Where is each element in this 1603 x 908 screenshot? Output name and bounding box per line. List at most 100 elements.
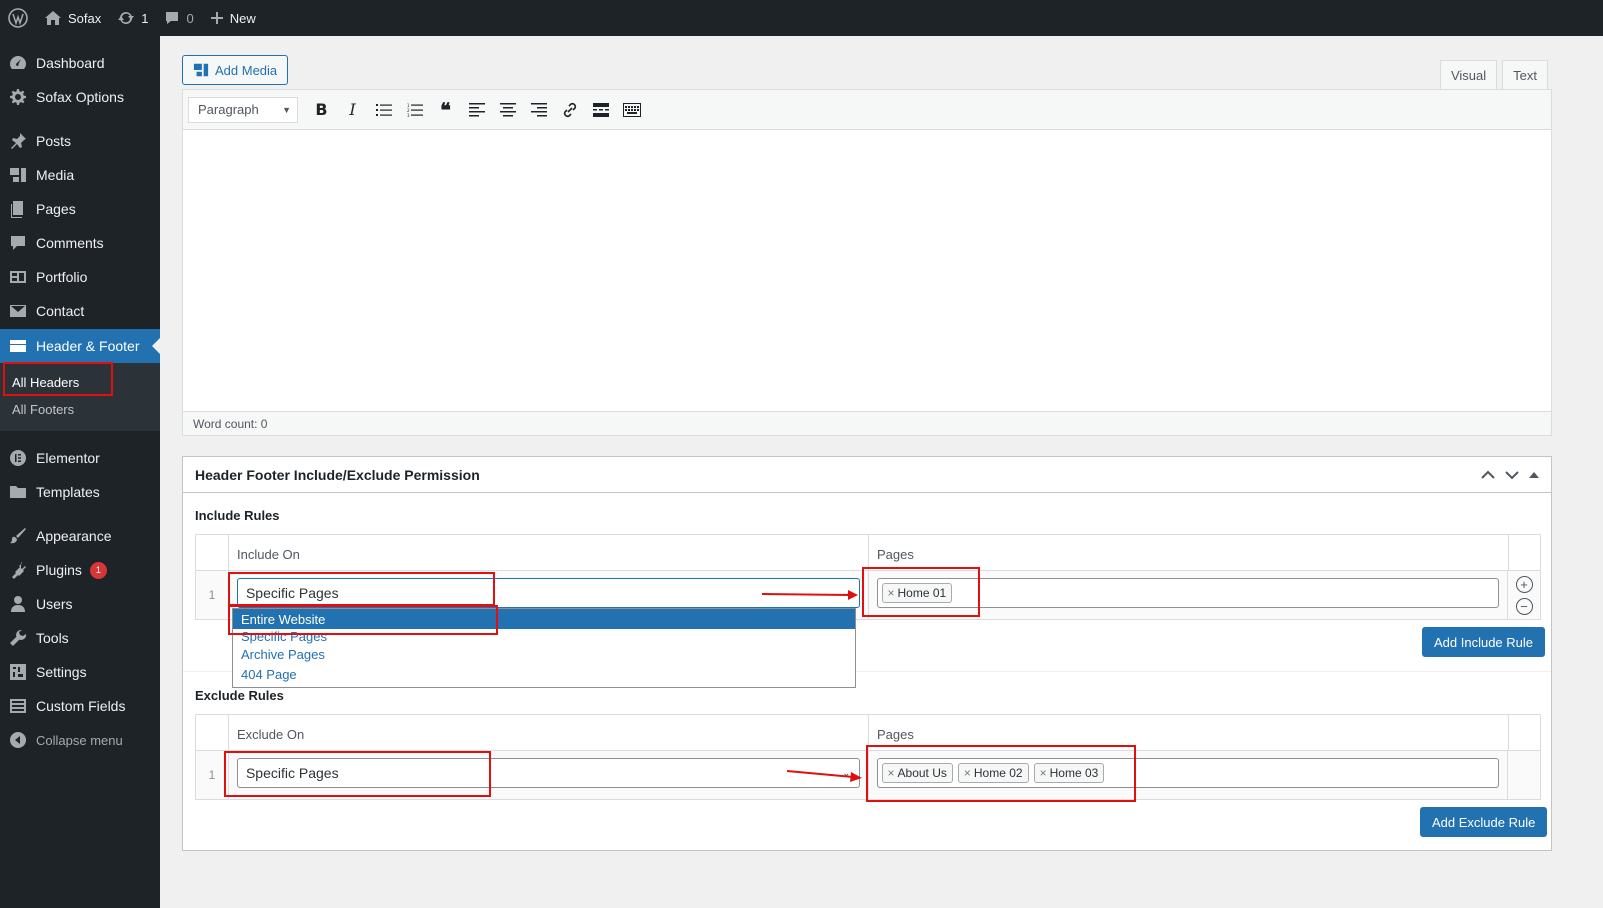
sidebar-item-label: Contact bbox=[36, 303, 85, 319]
sidebar-item-label: Settings bbox=[36, 664, 87, 680]
collapse-label: Collapse menu bbox=[36, 732, 123, 748]
sidebar-item-portfolio[interactable]: Portfolio bbox=[0, 260, 160, 294]
bullet-list-button[interactable] bbox=[368, 96, 399, 124]
sidebar-item-settings[interactable]: Settings bbox=[0, 655, 160, 689]
sidebar-item-users[interactable]: Users bbox=[0, 587, 160, 621]
sidebar-item-plugins[interactable]: Plugins 1 bbox=[0, 553, 160, 587]
sidebar-item-header-footer[interactable]: Header & Footer bbox=[0, 329, 160, 363]
dropdown-option-404-page[interactable]: 404 Page bbox=[233, 664, 855, 684]
include-on-header: Include On bbox=[229, 535, 869, 570]
new-content-link[interactable]: New bbox=[202, 0, 264, 36]
plugins-update-badge: 1 bbox=[89, 561, 107, 579]
site-name: Sofax bbox=[68, 10, 102, 26]
sidebar-item-dashboard[interactable]: Dashboard bbox=[0, 46, 160, 80]
metabox-header: Header Footer Include/Exclude Permission bbox=[183, 457, 1551, 493]
sidebar-item-elementor[interactable]: Elementor bbox=[0, 441, 160, 475]
admin-bar: Sofax 1 0 New bbox=[0, 0, 1603, 36]
move-up-icon[interactable] bbox=[1481, 470, 1495, 480]
numbered-list-icon: 123 bbox=[407, 103, 423, 117]
collapse-menu-button[interactable]: Collapse menu bbox=[0, 723, 160, 757]
annotation-arrow-exclude bbox=[786, 770, 862, 782]
numbered-list-button[interactable]: 123 bbox=[399, 96, 430, 124]
align-right-button[interactable] bbox=[523, 96, 554, 124]
portfolio-icon bbox=[9, 268, 27, 286]
italic-button[interactable]: I bbox=[337, 96, 368, 124]
content-editor[interactable]: Paragraph ▼ B I 123 ❝ Word count: 0 bbox=[182, 89, 1552, 436]
bold-button[interactable]: B bbox=[306, 96, 337, 124]
word-count: Word count: 0 bbox=[183, 411, 1551, 435]
toggle-panel-icon[interactable] bbox=[1529, 471, 1539, 479]
link-icon bbox=[563, 102, 576, 117]
new-label: New bbox=[229, 10, 256, 26]
sidebar-item-tools[interactable]: Tools bbox=[0, 621, 160, 655]
site-name-link[interactable]: Sofax bbox=[36, 0, 109, 36]
refresh-icon bbox=[118, 11, 135, 25]
exclude-rules-title: Exclude Rules bbox=[195, 688, 284, 703]
sidebar-item-comments[interactable]: Comments bbox=[0, 226, 160, 260]
sidebar-item-pages[interactable]: Pages bbox=[0, 192, 160, 226]
include-pages-header: Pages bbox=[869, 535, 1509, 570]
sidebar-item-label: Users bbox=[36, 596, 73, 612]
move-down-icon[interactable] bbox=[1505, 470, 1519, 480]
sidebar-item-label: Media bbox=[36, 167, 75, 183]
submenu-all-footers[interactable]: All Footers bbox=[0, 396, 160, 423]
sidebar-item-label: Tools bbox=[36, 630, 69, 646]
tab-text[interactable]: Text bbox=[1502, 60, 1548, 90]
svg-text:3: 3 bbox=[407, 113, 410, 117]
annotation-box-entire-website bbox=[228, 605, 498, 635]
tab-visual[interactable]: Visual bbox=[1439, 60, 1498, 90]
media-icon bbox=[193, 63, 209, 77]
bold-icon: B bbox=[315, 100, 328, 119]
blockquote-button[interactable]: ❝ bbox=[430, 96, 461, 124]
toolbar-toggle-button[interactable] bbox=[616, 96, 647, 124]
annotation-box-all-headers bbox=[3, 362, 113, 396]
wrench-icon bbox=[9, 629, 27, 647]
read-more-icon bbox=[592, 102, 609, 117]
sidebar-item-sofax-options[interactable]: Sofax Options bbox=[0, 80, 160, 114]
add-media-button[interactable]: Add Media bbox=[182, 55, 289, 85]
sidebar-item-custom-fields[interactable]: Custom Fields bbox=[0, 689, 160, 723]
admin-sidebar: Dashboard Sofax Options Posts Media Page… bbox=[0, 36, 160, 908]
sidebar-item-label: Custom Fields bbox=[36, 698, 126, 714]
media-icon bbox=[9, 166, 27, 184]
metabox-title: Header Footer Include/Exclude Permission bbox=[195, 466, 480, 483]
updates-count: 1 bbox=[141, 10, 149, 26]
link-button[interactable] bbox=[554, 96, 585, 124]
sidebar-item-media[interactable]: Media bbox=[0, 158, 160, 192]
add-exclude-rule-button[interactable]: Add Exclude Rule bbox=[1420, 807, 1548, 837]
sidebar-item-label: Posts bbox=[36, 133, 72, 149]
keyboard-icon bbox=[622, 102, 641, 117]
dashboard-icon bbox=[9, 54, 27, 72]
dropdown-option-archive-pages[interactable]: Archive Pages bbox=[233, 644, 855, 664]
gear-icon bbox=[9, 88, 27, 106]
sidebar-item-templates[interactable]: Templates bbox=[0, 475, 160, 509]
sidebar-item-contact[interactable]: Contact bbox=[0, 294, 160, 328]
italic-icon: I bbox=[349, 100, 356, 119]
align-center-button[interactable] bbox=[492, 96, 523, 124]
remove-row-button[interactable]: − bbox=[1515, 597, 1533, 615]
row-num-header bbox=[196, 535, 229, 570]
home-icon bbox=[45, 11, 61, 25]
row-num-header bbox=[196, 715, 229, 750]
read-more-button[interactable] bbox=[585, 96, 616, 124]
sidebar-item-appearance[interactable]: Appearance bbox=[0, 519, 160, 553]
mail-icon bbox=[9, 302, 27, 320]
row-actions bbox=[1508, 751, 1540, 799]
updates-link[interactable]: 1 bbox=[109, 0, 156, 36]
plus-icon bbox=[210, 12, 223, 24]
sidebar-item-label: Pages bbox=[36, 201, 76, 217]
sidebar-item-label: Header & Footer bbox=[36, 338, 140, 354]
wordpress-logo-button[interactable] bbox=[0, 0, 36, 36]
editor-toolbar: Paragraph ▼ B I 123 ❝ bbox=[183, 90, 1551, 130]
wordpress-icon bbox=[8, 8, 28, 28]
format-select[interactable]: Paragraph ▼ bbox=[188, 96, 298, 123]
comments-link[interactable]: 0 bbox=[156, 0, 201, 36]
align-left-button[interactable] bbox=[461, 96, 492, 124]
add-media-label: Add Media bbox=[215, 62, 278, 78]
add-row-button[interactable]: + bbox=[1515, 575, 1533, 593]
pages-icon bbox=[9, 200, 27, 218]
sidebar-item-posts[interactable]: Posts bbox=[0, 124, 160, 158]
annotation-box-include-pages bbox=[862, 567, 980, 617]
align-left-icon bbox=[468, 102, 485, 116]
add-include-rule-button[interactable]: Add Include Rule bbox=[1422, 627, 1546, 657]
